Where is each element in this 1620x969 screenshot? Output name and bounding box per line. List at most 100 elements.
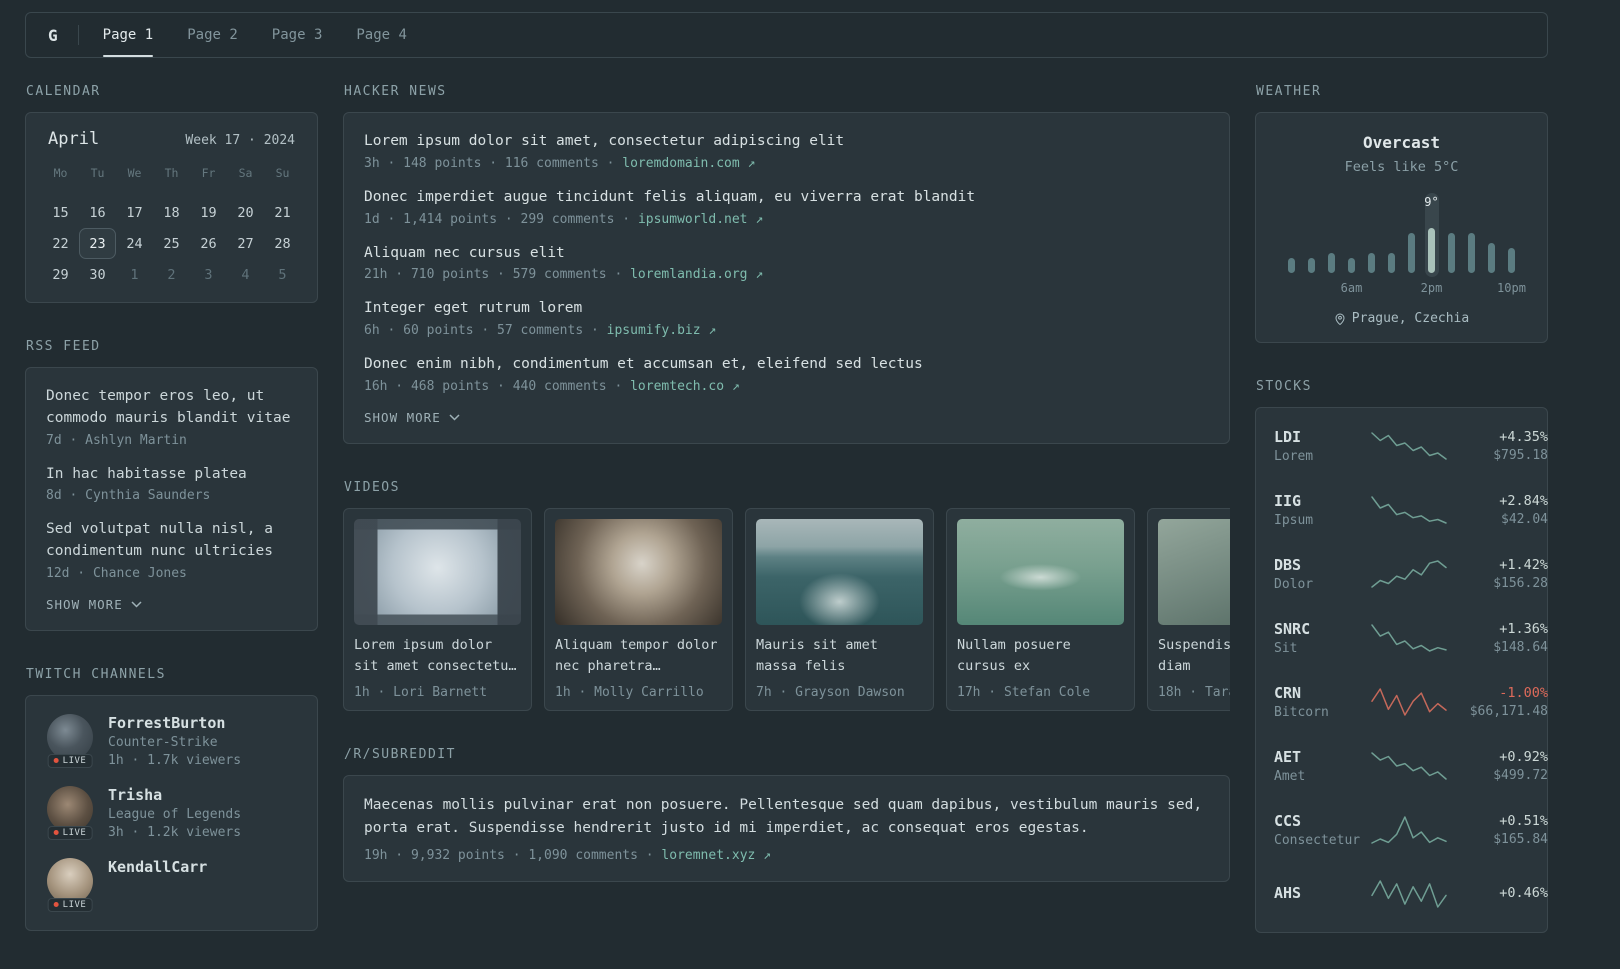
rss-item-meta: 7d · Ashlyn Martin <box>46 432 187 448</box>
calendar-day: 28 <box>274 235 291 252</box>
rss-widget-title: RSS FEED <box>26 339 101 354</box>
hackernews-item-stats: 16h · 468 points · 440 comments · <box>364 378 631 394</box>
show-more-label: SHOW MORE <box>46 596 123 612</box>
weather-bar-column <box>1365 193 1379 277</box>
show-more-label: SHOW MORE <box>364 409 441 425</box>
tab-page-2[interactable]: Page 2 <box>187 13 238 57</box>
stock-price: $795.18 <box>1493 448 1548 463</box>
weather-bar <box>1368 253 1375 273</box>
stock-sparkline-wrap <box>1370 623 1448 653</box>
hackernews-item-domain-link[interactable]: ipsumworld.net ↗ <box>638 212 763 227</box>
subreddit-widget: /R/SUBREDDIT Maecenas mollis pulvinar er… <box>343 747 1230 882</box>
stock-change: +0.51% <box>1499 813 1548 829</box>
stock-sparkline <box>1371 560 1447 588</box>
rss-show-more-button[interactable]: SHOW MORE <box>46 597 297 612</box>
rss-item-title[interactable]: Sed volutpat nulla nisl, a condimentum n… <box>46 519 297 563</box>
hackernews-item-title[interactable]: Aliquam nec cursus elit <box>364 243 1209 265</box>
stock-symbol-block: AET Amet <box>1274 748 1362 784</box>
calendar-week-year: Week 17 · 2024 <box>185 133 295 148</box>
stock-row: IIG Ipsum +2.84% $42.04 <box>1274 478 1548 542</box>
stock-sparkline-wrap <box>1370 431 1448 461</box>
hackernews-item-stats: 1d · 1,414 points · 299 comments · <box>364 211 638 227</box>
twitch-channel-item[interactable]: LIVE KendallCarr <box>46 857 297 912</box>
stock-symbol-block: IIG Ipsum <box>1274 492 1362 528</box>
weather-current-temp: 9° <box>1424 195 1439 209</box>
stock-value-block: -1.00% $66,171.48 <box>1456 685 1548 719</box>
video-card[interactable]: Suspendisse porta diam 18h · Tara <box>1147 507 1230 711</box>
video-card[interactable]: Lorem ipsum dolor sit amet consectetu… 1h… <box>343 507 532 711</box>
video-card[interactable]: Nullam posuere cursus ex 17h · Stefan Col… <box>946 507 1135 711</box>
hackernews-item-domain-link[interactable]: loremtech.co ↗ <box>630 379 740 394</box>
video-card[interactable]: Mauris sit amet massa felis 7h · Grayson … <box>745 507 934 711</box>
chevron-down-icon <box>449 414 460 421</box>
videos-scroll-row[interactable]: Lorem ipsum dolor sit amet consectetu… 1h… <box>343 507 1230 711</box>
hackernews-item-domain-link[interactable]: ipsumify.biz ↗ <box>607 323 717 338</box>
stock-symbol: CCS <box>1274 812 1302 830</box>
twitch-avatar-wrap: LIVE <box>46 713 94 768</box>
tab-page-1[interactable]: Page 1 <box>102 13 153 57</box>
twitch-card: LIVE ForrestBurton Counter-Strike 1h · 1.7k… <box>25 694 318 931</box>
stock-name: Bitcorn <box>1274 705 1329 720</box>
hackernews-item-title[interactable]: Integer eget rutrum lorem <box>364 298 1209 320</box>
calendar-day: 21 <box>274 204 291 221</box>
weather-time-cell <box>1285 281 1299 297</box>
app-logo[interactable]: G <box>48 26 58 45</box>
video-meta: 7h · Grayson Dawson <box>756 684 905 700</box>
twitch-channel-name: KendallCarr <box>108 857 208 876</box>
rss-item-title[interactable]: In hac habitasse platea <box>46 464 297 486</box>
calendar-day: 16 <box>89 204 106 221</box>
tab-page-4[interactable]: Page 4 <box>356 13 407 57</box>
hackernews-item-title[interactable]: Donec imperdiet augue tincidunt felis al… <box>364 187 1209 209</box>
tab-page-3[interactable]: Page 3 <box>272 13 323 57</box>
hackernews-show-more-button[interactable]: SHOW MORE <box>364 410 1209 425</box>
stock-sparkline-wrap <box>1370 879 1448 909</box>
subreddit-list: Maecenas mollis pulvinar erat non posuer… <box>364 794 1209 863</box>
calendar-day: 27 <box>237 235 254 252</box>
stock-symbol: IIG <box>1274 492 1302 510</box>
video-title: Aliquam tempor dolor nec pharetra… <box>555 636 718 674</box>
weather-card: Overcast Feels like 5°C 9° 6am 2pm 10pm Pr… <box>1255 112 1548 343</box>
twitch-channel-name: Trisha <box>108 785 163 804</box>
stock-change: +1.42% <box>1499 557 1548 573</box>
rss-item-title[interactable]: Donec tempor eros leo, ut commodo mauris… <box>46 386 297 430</box>
weather-time-cell <box>1365 281 1379 297</box>
subreddit-post-title[interactable]: Maecenas mollis pulvinar erat non posuer… <box>364 794 1209 840</box>
twitch-channel-info: ForrestBurton Counter-Strike 1h · 1.7k vie… <box>108 714 241 768</box>
weather-widget-title: WEATHER <box>1256 84 1322 99</box>
stock-price: $66,171.48 <box>1469 704 1548 719</box>
page-tabs: Page 1 Page 2 Page 3 Page 4 <box>102 13 407 57</box>
stock-row: SNRC Sit +1.36% $148.64 <box>1274 606 1548 670</box>
subreddit-post-stats: 19h · 9,932 points · 1,090 comments · <box>364 847 662 863</box>
right-column: WEATHER Overcast Feels like 5°C 9° 6am 2p… <box>1255 84 1548 969</box>
rss-item-meta: 8d · Cynthia Saunders <box>46 488 211 504</box>
twitch-channel-item[interactable]: LIVE ForrestBurton Counter-Strike 1h · 1.7k… <box>46 713 297 768</box>
video-title: Mauris sit amet massa felis <box>756 636 878 674</box>
weather-time-labels: 6am 2pm 10pm <box>1274 281 1529 297</box>
hackernews-item: Aliquam nec cursus elit 21h · 710 points … <box>364 243 1209 283</box>
rss-list: Donec tempor eros leo, ut commodo mauris… <box>46 386 297 581</box>
weather-location: Prague, Czechia <box>1351 311 1470 326</box>
twitch-avatar-wrap: LIVE <box>46 857 94 912</box>
calendar-day: 29 <box>52 266 69 283</box>
stock-sparkline <box>1371 432 1447 460</box>
stock-value-block: +4.35% $795.18 <box>1456 429 1548 463</box>
stock-sparkline <box>1371 880 1447 908</box>
weather-bar-column: 9° <box>1424 193 1439 277</box>
hackernews-item-title[interactable]: Lorem ipsum dolor sit amet, consectetur … <box>364 131 1209 153</box>
hackernews-item-domain-link[interactable]: loremdomain.com ↗ <box>622 156 755 171</box>
subreddit-post-domain-link[interactable]: loremnet.xyz ↗ <box>661 848 771 863</box>
video-card[interactable]: Aliquam tempor dolor nec pharetra… 1h · M… <box>544 507 733 711</box>
stock-name: Consectetur <box>1274 833 1361 848</box>
stock-sparkline-wrap <box>1370 559 1448 589</box>
stock-sparkline <box>1371 816 1447 844</box>
hackernews-item-title[interactable]: Donec enim nibh, condimentum et accumsan… <box>364 354 1209 376</box>
twitch-channel-item[interactable]: LIVE Trisha League of Legends 3h · 1.2k vie… <box>46 785 297 840</box>
stocks-card: LDI Lorem +4.35% $795.18 IIG Ipsum +2.84% $42.0… <box>1255 407 1548 933</box>
weather-bar-column <box>1285 193 1299 277</box>
stock-sparkline <box>1371 496 1447 524</box>
stock-price: $42.04 <box>1501 512 1548 527</box>
stocks-widget-title: STOCKS <box>1256 379 1312 394</box>
hackernews-item: Donec enim nibh, condimentum et accumsan… <box>364 354 1209 394</box>
dashboard-columns: CALENDAR April Week 17 · 2024 Mo Tu We Th Fr… <box>25 84 1548 969</box>
hackernews-item-domain-link[interactable]: loremlandia.org ↗ <box>630 267 763 282</box>
